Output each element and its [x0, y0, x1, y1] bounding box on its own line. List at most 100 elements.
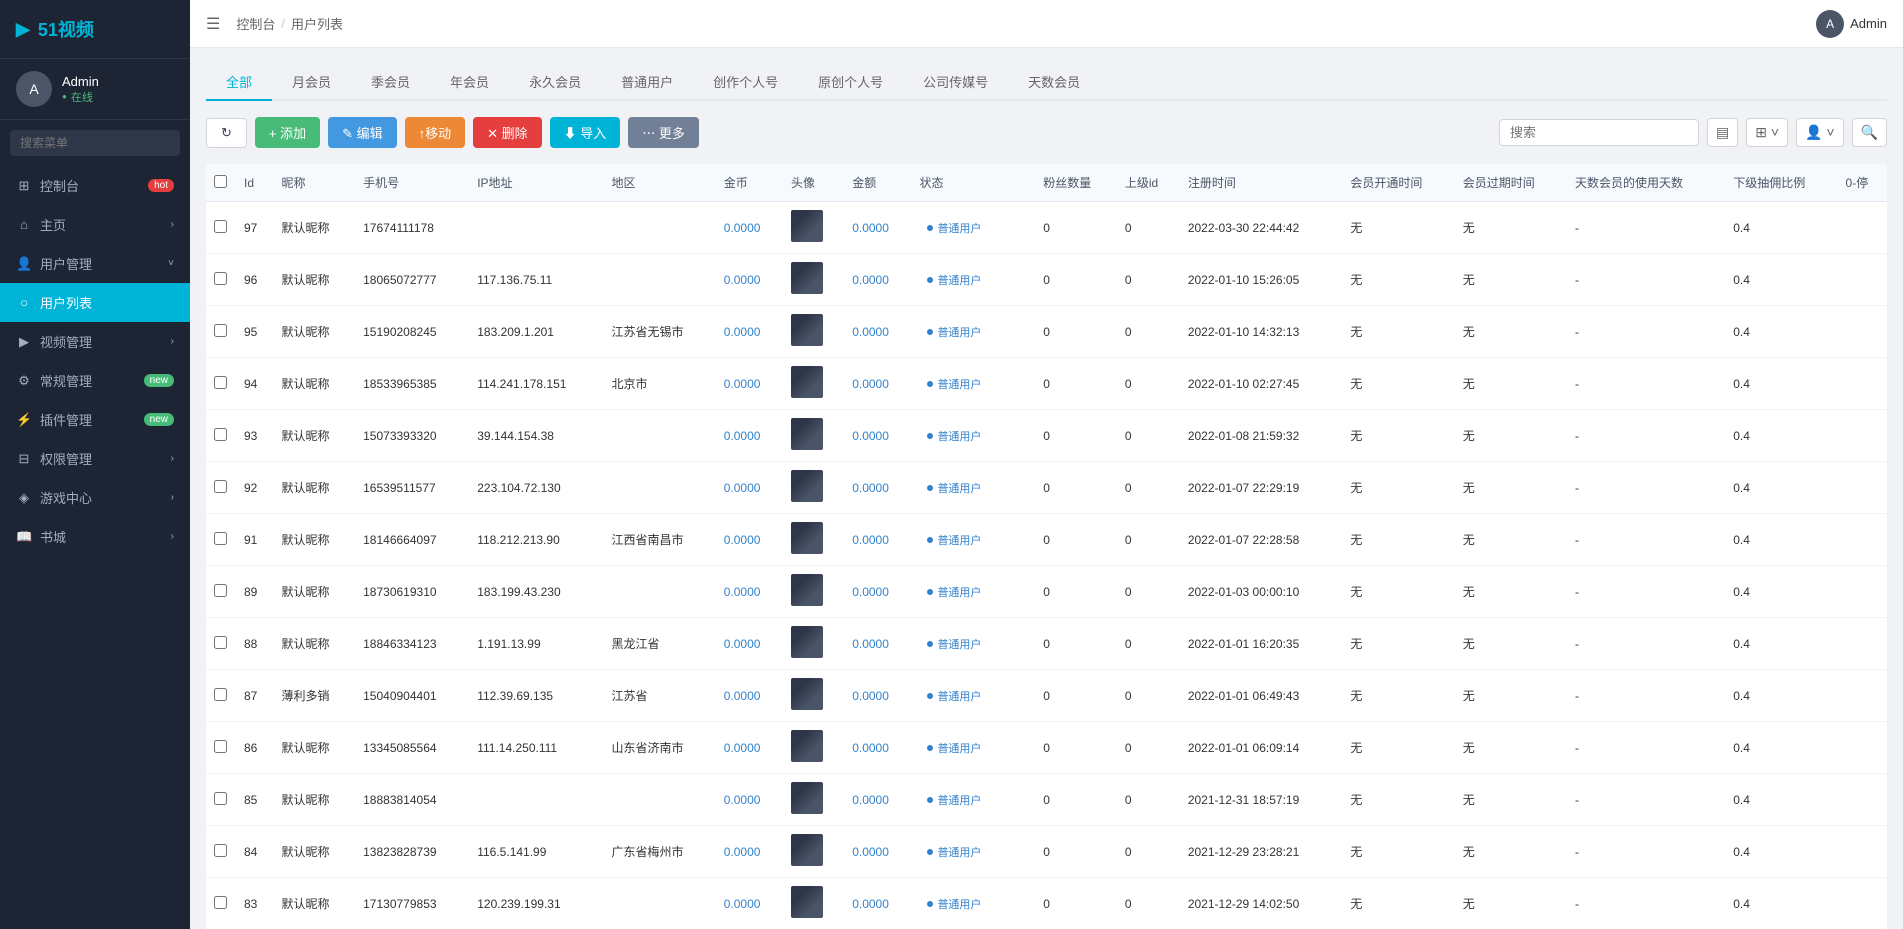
tab-creator[interactable]: 创作个人号 [693, 64, 798, 101]
sidebar-item-user-list[interactable]: ○ 用户列表 [0, 283, 190, 322]
amount-link[interactable]: 0.0000 [852, 273, 889, 287]
cell-phone: 13345085564 [355, 722, 469, 774]
coins-link[interactable]: 0.0000 [724, 533, 761, 547]
amount-link[interactable]: 0.0000 [852, 533, 889, 547]
cell-days-used: - [1567, 254, 1725, 306]
cell-reg-time: 2022-01-10 14:32:13 [1180, 306, 1343, 358]
tab-normal[interactable]: 普通用户 [601, 64, 693, 101]
amount-link[interactable]: 0.0000 [852, 793, 889, 807]
sidebar-item-dashboard[interactable]: ⊞ 控制台 hot [0, 166, 190, 205]
coins-link[interactable]: 0.0000 [724, 793, 761, 807]
row-checkbox[interactable] [214, 688, 227, 701]
cell-region [603, 462, 715, 514]
coins-link[interactable]: 0.0000 [724, 221, 761, 235]
tab-all[interactable]: 全部 [206, 64, 272, 101]
row-checkbox[interactable] [214, 480, 227, 493]
row-checkbox[interactable] [214, 844, 227, 857]
tab-quarterly[interactable]: 季会员 [351, 64, 430, 101]
grid-view-icon[interactable]: ⊞ ˅ [1746, 118, 1788, 147]
amount-link[interactable]: 0.0000 [852, 325, 889, 339]
cell-days-used: - [1567, 462, 1725, 514]
tab-original[interactable]: 原创个人号 [798, 64, 903, 101]
cell-region [603, 774, 715, 826]
amount-link[interactable]: 0.0000 [852, 741, 889, 755]
game-icon: ◈ [16, 490, 32, 506]
amount-link[interactable]: 0.0000 [852, 689, 889, 703]
search-icon[interactable]: 🔍 [1852, 118, 1887, 147]
amount-link[interactable]: 0.0000 [852, 429, 889, 443]
tab-permanent[interactable]: 永久会员 [509, 64, 601, 101]
import-button[interactable]: ⬇ 导入 [550, 117, 621, 148]
select-all-checkbox[interactable] [214, 175, 227, 188]
row-checkbox[interactable] [214, 740, 227, 753]
table-view-icon[interactable]: ▤ [1707, 118, 1738, 147]
row-checkbox[interactable] [214, 428, 227, 441]
cell-status: 普通用户 [911, 826, 1035, 878]
row-checkbox[interactable] [214, 792, 227, 805]
amount-link[interactable]: 0.0000 [852, 481, 889, 495]
coins-link[interactable]: 0.0000 [724, 897, 761, 911]
row-checkbox[interactable] [214, 896, 227, 909]
sidebar-item-user-mgmt[interactable]: 👤 用户管理 ˅ [0, 244, 190, 283]
row-checkbox[interactable] [214, 324, 227, 337]
row-checkbox[interactable] [214, 376, 227, 389]
cell-fans: 0 [1035, 618, 1117, 670]
tab-yearly[interactable]: 年会员 [430, 64, 509, 101]
amount-link[interactable]: 0.0000 [852, 377, 889, 391]
search-input[interactable] [10, 130, 180, 156]
row-checkbox[interactable] [214, 272, 227, 285]
cell-nickname: 默认昵称 [273, 826, 355, 878]
row-checkbox[interactable] [214, 584, 227, 597]
amount-link[interactable]: 0.0000 [852, 221, 889, 235]
coins-link[interactable]: 0.0000 [724, 585, 761, 599]
sidebar-item-permission[interactable]: ⊟ 权限管理 › [0, 439, 190, 478]
sidebar-item-game[interactable]: ◈ 游戏中心 › [0, 478, 190, 517]
sidebar-item-video-mgmt[interactable]: ▶ 视频管理 › [0, 322, 190, 361]
status-badge: 普通用户 [919, 426, 989, 446]
amount-link[interactable]: 0.0000 [852, 637, 889, 651]
coins-link[interactable]: 0.0000 [724, 481, 761, 495]
amount-link[interactable]: 0.0000 [852, 585, 889, 599]
coins-link[interactable]: 0.0000 [724, 273, 761, 287]
coins-link[interactable]: 0.0000 [724, 637, 761, 651]
avatar-image [791, 782, 823, 814]
delete-button[interactable]: ✕ 删除 [473, 117, 542, 148]
status-dot [927, 329, 933, 335]
column-settings-icon[interactable]: 👤 ˅ [1796, 118, 1844, 147]
tab-company[interactable]: 公司传媒号 [903, 64, 1008, 101]
sidebar-item-plugin-mgmt[interactable]: ⚡ 插件管理 new [0, 400, 190, 439]
tab-monthly[interactable]: 月会员 [272, 64, 351, 101]
coins-link[interactable]: 0.0000 [724, 325, 761, 339]
status-badge: 普通用户 [919, 738, 989, 758]
sidebar-item-home[interactable]: ⌂ 主页 › [0, 205, 190, 244]
row-checkbox[interactable] [214, 220, 227, 233]
amount-link[interactable]: 0.0000 [852, 897, 889, 911]
cell-phone: 18883814054 [355, 774, 469, 826]
menu-toggle-icon[interactable]: ☰ [206, 14, 220, 34]
add-button[interactable]: + 添加 [255, 117, 320, 148]
cell-reg-time: 2022-01-08 21:59:32 [1180, 410, 1343, 462]
edit-button[interactable]: ✎ 编辑 [328, 117, 397, 148]
sidebar-item-general-mgmt[interactable]: ⚙ 常规管理 new [0, 361, 190, 400]
coins-link[interactable]: 0.0000 [724, 845, 761, 859]
chevron-right-icon: › [171, 531, 174, 542]
col-coins: 金币 [716, 164, 783, 202]
move-button[interactable]: ↑移动 [405, 117, 466, 148]
cell-coins: 0.0000 [716, 358, 783, 410]
coins-link[interactable]: 0.0000 [724, 741, 761, 755]
coins-link[interactable]: 0.0000 [724, 377, 761, 391]
row-checkbox[interactable] [214, 532, 227, 545]
tab-tianshu[interactable]: 天数会员 [1008, 64, 1100, 101]
sidebar-item-bookstore[interactable]: 📖 书城 › [0, 517, 190, 556]
table-search-input[interactable] [1499, 119, 1699, 146]
avatar-image [791, 522, 823, 554]
refresh-button[interactable]: ↻ [206, 118, 247, 148]
cell-ip [469, 774, 603, 826]
cell-phone: 15073393320 [355, 410, 469, 462]
toolbar-right: ▤ ⊞ ˅ 👤 ˅ 🔍 [1499, 118, 1887, 147]
row-checkbox[interactable] [214, 636, 227, 649]
coins-link[interactable]: 0.0000 [724, 689, 761, 703]
amount-link[interactable]: 0.0000 [852, 845, 889, 859]
more-button[interactable]: ⋯ 更多 [628, 117, 699, 148]
coins-link[interactable]: 0.0000 [724, 429, 761, 443]
